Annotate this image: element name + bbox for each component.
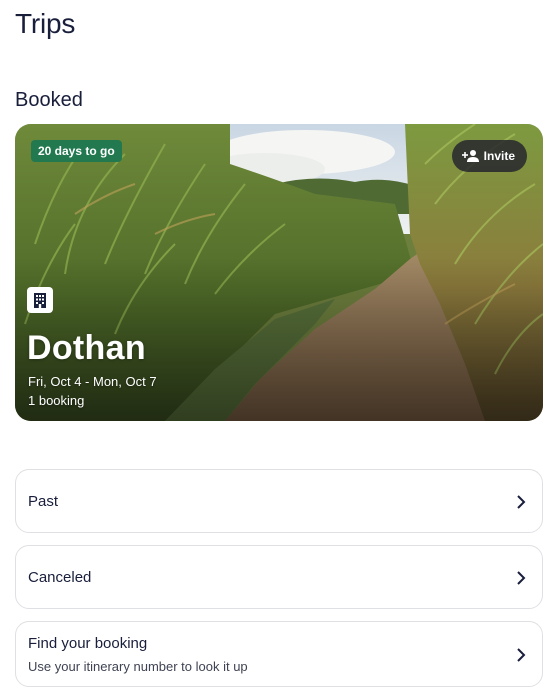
booked-section-title: Booked	[15, 89, 83, 111]
countdown-badge: 20 days to go	[31, 140, 122, 162]
chevron-right-icon	[517, 571, 526, 585]
trip-booking-count: 1 booking	[28, 393, 85, 408]
trips-page: Trips Booked 20 days to go Invite Dothan…	[0, 0, 553, 695]
invite-button[interactable]: Invite	[451, 140, 527, 172]
canceled-trips-link[interactable]: Canceled	[15, 545, 543, 609]
add-person-icon	[461, 149, 480, 163]
chevron-right-icon	[517, 495, 526, 509]
trip-card-dothan[interactable]: 20 days to go Invite Dothan Fri, Oct 4 -…	[15, 124, 543, 421]
past-trips-link[interactable]: Past	[15, 469, 543, 533]
trip-dates: Fri, Oct 4 - Mon, Oct 7	[28, 374, 157, 389]
building-icon	[27, 287, 53, 313]
find-booking-sublabel: Use your itinerary number to look it up	[28, 659, 248, 674]
canceled-label: Canceled	[28, 569, 92, 586]
page-title: Trips	[15, 8, 76, 39]
find-booking-label: Find your booking	[28, 635, 148, 652]
trip-city: Dothan	[27, 329, 146, 367]
find-booking-link[interactable]: Find your booking Use your itinerary num…	[15, 621, 543, 687]
invite-label: Invite	[483, 149, 515, 163]
past-label: Past	[28, 493, 59, 510]
chevron-right-icon	[517, 648, 526, 662]
